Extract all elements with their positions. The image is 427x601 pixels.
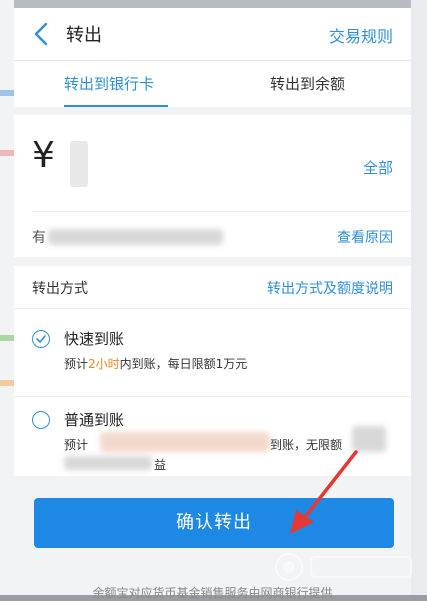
check-icon (36, 335, 46, 343)
redacted-text (100, 432, 270, 452)
radio-normal-arrival[interactable] (32, 411, 50, 429)
option-title: 普通到账 (64, 411, 125, 429)
option-description-line2: 益 (154, 458, 167, 472)
tab-to-bank-card[interactable]: 转出到银行卡 (64, 73, 154, 94)
active-tab-indicator (64, 105, 168, 107)
currency-symbol: ¥ (32, 135, 55, 176)
amount-card: ¥ 全部 有 查看原因 (14, 115, 411, 257)
back-button[interactable] (30, 20, 54, 48)
transfer-method-label: 转出方式 (32, 281, 88, 297)
divider (14, 396, 411, 397)
divider (14, 308, 411, 309)
tab-bar: 转出到银行卡 转出到余额 (14, 61, 411, 107)
watermark-logo-icon (275, 553, 412, 581)
redacted-text (48, 229, 223, 245)
background-page-top (14, 0, 411, 8)
option-title: 快速到账 (64, 330, 125, 348)
redacted-text (64, 456, 152, 470)
divider (32, 211, 411, 212)
all-amount-button[interactable]: 全部 (363, 157, 393, 178)
transfer-method-card: 转出方式 转出方式及额度说明 快速到账 预计2小时内到账，每日限额1万元 普通到… (14, 266, 411, 476)
background-page-right (411, 0, 427, 595)
method-limit-info-link[interactable]: 转出方式及额度说明 (267, 278, 393, 298)
amount-input[interactable] (70, 141, 88, 187)
page-title: 转出 (66, 25, 102, 46)
tab-to-balance[interactable]: 转出到余额 (270, 73, 345, 94)
annotation-arrow-icon (290, 450, 358, 534)
option-description: 预计 (64, 438, 89, 452)
trade-rules-link[interactable]: 交易规则 (329, 23, 393, 47)
background-page-left (0, 0, 14, 595)
radio-fast-arrival[interactable] (32, 330, 50, 348)
transfer-out-panel: 转出 交易规则 转出到银行卡 转出到余额 ¥ 全部 有 查看原因 转出方式 转出… (14, 8, 411, 600)
available-amount-text: 有 (32, 230, 46, 246)
header-bar: 转出 交易规则 (14, 8, 411, 61)
view-reason-link[interactable]: 查看原因 (337, 227, 393, 247)
option-description: 预计2小时内到账，每日限额1万元 (64, 357, 248, 371)
chevron-left-icon (34, 22, 48, 46)
highlight-time: 2小时 (88, 357, 120, 371)
